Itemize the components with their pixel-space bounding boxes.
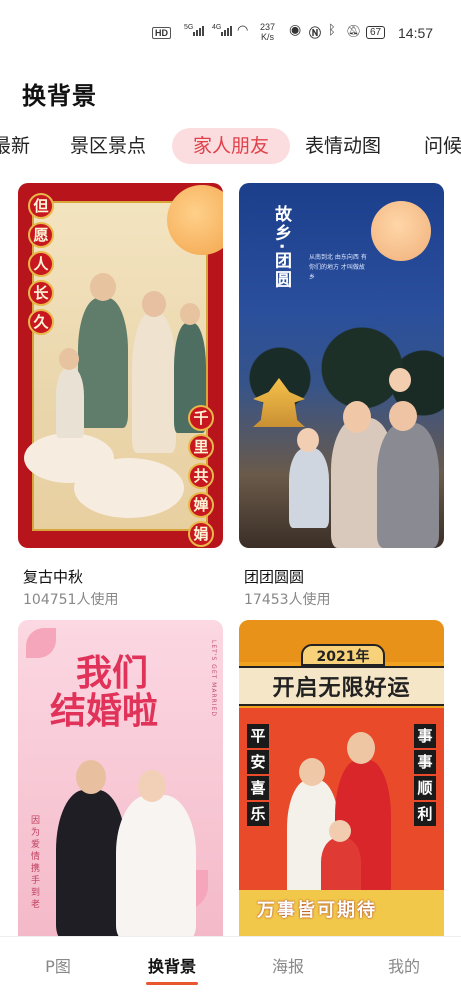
person-head: [389, 401, 417, 431]
person-head: [180, 303, 200, 325]
person-silhouette: [132, 313, 176, 453]
person-head: [343, 401, 371, 433]
nfc-icon: Ⓝ: [309, 26, 322, 40]
couplet-char: 久: [28, 309, 54, 335]
usage-count: 104751人使用: [23, 592, 119, 608]
template-name: 复古中秋: [23, 568, 84, 586]
couplet-char: 人: [28, 251, 54, 277]
couplet-char: 里: [188, 434, 214, 460]
signal-5g-icon: 5G: [184, 24, 205, 36]
network-speed-value: 237: [260, 22, 276, 32]
bride-silhouette: [116, 795, 196, 936]
person-silhouette: [56, 368, 84, 438]
network-speed-unit: K/s: [261, 32, 275, 42]
moon-shape: [371, 201, 431, 261]
active-tab-indicator: [146, 982, 198, 985]
tab-scenic-spots[interactable]: 景区景点: [70, 128, 146, 164]
nav-mine[interactable]: 我的: [364, 953, 444, 977]
usage-count: 17453人使用: [244, 592, 331, 608]
thumbnail-subtext: 从南到北 由东向西 有你们的地方 才叫做故乡: [309, 254, 367, 281]
page-title: 换背景: [22, 82, 97, 110]
thumbnail-side-text: LET'S GET MARRIED: [210, 640, 217, 717]
thumbnail-title: 故乡·团圆: [271, 205, 291, 290]
tab-family-friends[interactable]: 家人朋友: [172, 128, 290, 164]
couplet-char: 事: [414, 750, 436, 774]
signal-4g-icon: 4G: [212, 24, 233, 36]
nav-posters[interactable]: 海报: [248, 953, 328, 977]
hd-icon: HD: [152, 27, 171, 39]
template-thumbnail[interactable]: 2021年 开启无限好运 平 安 喜 乐 事 事 顺 利 万事皆可期待: [239, 620, 444, 936]
person-head: [299, 758, 325, 786]
tab-latest[interactable]: 最新: [0, 128, 30, 164]
wifi-icon: ◠: [237, 22, 249, 37]
template-thumbnail[interactable]: 故乡·团圆 从南到北 由东向西 有你们的地方 才叫做故乡: [239, 183, 444, 548]
person-head: [297, 428, 319, 452]
couplet-char: 娟: [188, 521, 214, 547]
category-tabs: 最新 景区景点 家人朋友 表情动图 问候: [0, 124, 461, 168]
person-head: [59, 348, 79, 370]
nav-p-image[interactable]: P图: [18, 953, 98, 977]
thumbnail-bottom-text: 万事皆可期待: [257, 900, 377, 921]
thumbnail-title: 开启无限好运: [272, 676, 411, 701]
person-head: [142, 291, 166, 317]
nav-change-background[interactable]: 换背景: [132, 953, 212, 977]
cloud-shape: [74, 458, 184, 518]
frame-panel: [24, 201, 208, 531]
couplet-char: 但: [28, 193, 54, 219]
person-head: [138, 770, 166, 802]
person-head: [389, 368, 411, 392]
tab-greetings[interactable]: 问候: [424, 128, 461, 164]
year-badge: 2021年: [301, 644, 385, 666]
couplet-left: 但 愿 人 长 久: [28, 193, 54, 335]
couplet-char: 婵: [188, 492, 214, 518]
couplet-char: 利: [414, 802, 436, 826]
couplet-char: 千: [188, 405, 214, 431]
person-silhouette: [289, 448, 329, 528]
template-name: 团团圆圆: [244, 568, 305, 586]
person-silhouette: [377, 423, 439, 548]
person-head: [90, 273, 116, 301]
couplet-char: 安: [247, 750, 269, 774]
couplet-left: 平 安 喜 乐: [247, 724, 269, 826]
network-speed: 237 K/s: [260, 22, 275, 42]
person-silhouette: [78, 298, 128, 428]
mute-bell-icon: 🔕︎: [346, 24, 362, 38]
couplet-char: 长: [28, 280, 54, 306]
couplet-char: 平: [247, 724, 269, 748]
bluetooth-icon: ᛒ: [328, 22, 336, 37]
person-head: [76, 760, 106, 794]
couplet-char: 顺: [414, 776, 436, 800]
thumbnail-title-line2: 结婚啦: [50, 691, 159, 732]
signal-5g-label: 5G: [184, 24, 194, 31]
couplet-right: 事 事 顺 利: [414, 724, 436, 826]
bottom-navigation: P图 换背景 海报 我的: [0, 936, 461, 1000]
clock: 14:57: [398, 25, 434, 41]
template-thumbnail[interactable]: 我们 结婚啦 LET'S GET MARRIED 因为爱情携手到老: [18, 620, 223, 936]
template-thumbnail[interactable]: 但 愿 人 长 久 千 里 共 婵 娟: [18, 183, 223, 548]
couplet-char: 共: [188, 463, 214, 489]
couplet-char: 事: [414, 724, 436, 748]
couplet-char: 乐: [247, 802, 269, 826]
couplet-right: 千 里 共 婵 娟: [188, 405, 214, 547]
eye-comfort-icon: ◉: [289, 21, 302, 37]
status-bar: HD 5G 4G ◠ 237 K/s ◉ Ⓝ ᛒ 🔕︎ 67 14:57: [0, 0, 461, 62]
tab-emoji-gifs[interactable]: 表情动图: [305, 128, 381, 164]
person-silhouette: [321, 838, 361, 898]
thumbnail-vertical-text: 因为爱情携手到老: [29, 815, 39, 911]
signal-4g-label: 4G: [212, 24, 222, 31]
battery-icon: 67: [366, 26, 386, 39]
couplet-char: 喜: [247, 776, 269, 800]
person-head: [347, 732, 375, 764]
person-head: [329, 820, 351, 842]
couplet-char: 愿: [28, 222, 54, 248]
